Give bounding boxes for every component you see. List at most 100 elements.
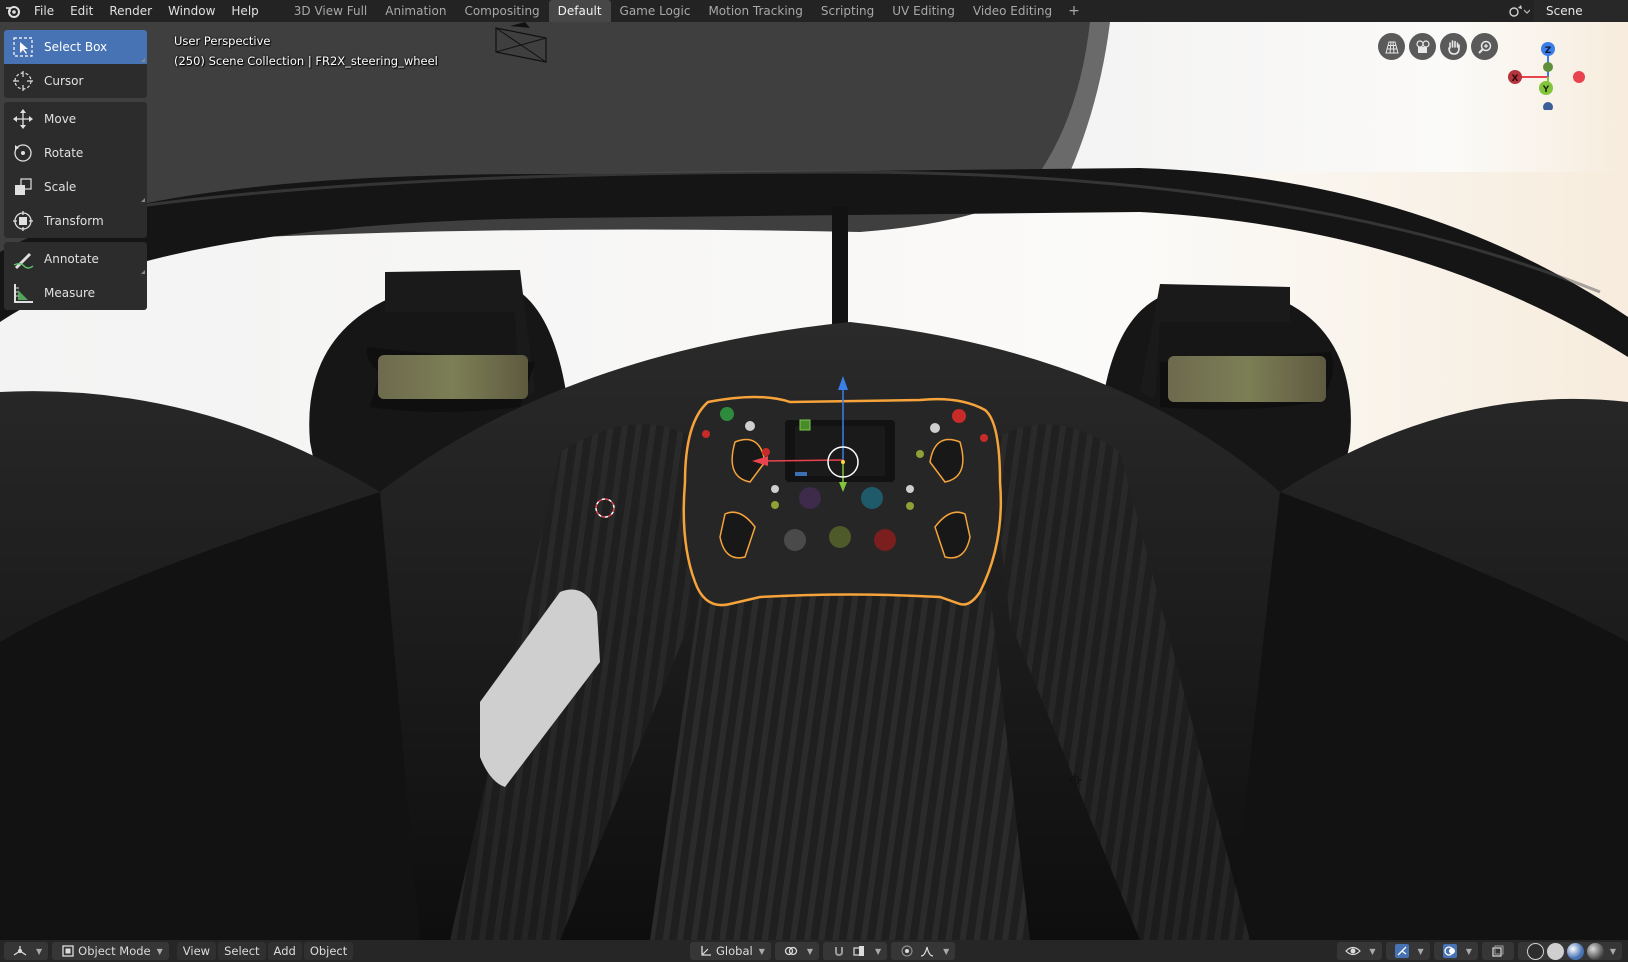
visibility-selector[interactable]: ▼	[1337, 942, 1382, 960]
menu-add[interactable]: Add	[267, 942, 302, 960]
editor-type-button[interactable]: ▼	[4, 942, 49, 960]
tool-group-annotate: Annotate Measure	[4, 242, 147, 310]
blender-logo-icon[interactable]	[0, 0, 26, 22]
proportional-edit-icon	[897, 942, 917, 960]
mode-selector[interactable]: Object Mode ▼	[52, 942, 169, 960]
pivot-selector[interactable]: ▼	[774, 942, 819, 960]
viewport-scene	[0, 22, 1628, 940]
viewport-navigation	[1378, 33, 1498, 60]
scale-icon	[10, 174, 36, 200]
tool-scale[interactable]: Scale	[4, 170, 147, 204]
menu-edit[interactable]: Edit	[62, 0, 101, 22]
tab-scripting[interactable]: Scripting	[812, 0, 883, 22]
tool-cursor[interactable]: Cursor	[4, 64, 147, 98]
menu-window[interactable]: Window	[160, 0, 223, 22]
scene-selector: Scene	[1504, 0, 1628, 22]
orientation-icon	[696, 942, 716, 960]
pan-hand-icon[interactable]	[1440, 33, 1467, 60]
orientation-selector[interactable]: Global ▼	[690, 942, 771, 960]
editor-type-icon	[10, 942, 30, 960]
tab-animation[interactable]: Animation	[376, 0, 455, 22]
tool-label: Rotate	[44, 146, 84, 160]
scene-name-field[interactable]: Scene	[1534, 0, 1628, 22]
gizmo-icon	[1392, 942, 1412, 960]
magnet-icon	[829, 942, 849, 960]
cursor-icon	[10, 68, 36, 94]
tool-submenu-indicator	[141, 270, 145, 274]
orientation-label: Global	[716, 944, 753, 958]
mode-label: Object Mode	[78, 944, 151, 958]
y-axis-label: Y	[1542, 85, 1550, 95]
axis-gizmo[interactable]: Z X Y	[1506, 30, 1616, 112]
transform-options: Global ▼ ▼ ▼ ▼	[686, 942, 956, 960]
menu-object[interactable]: Object	[303, 942, 354, 960]
chevron-down-icon: ▼	[1609, 946, 1616, 956]
rendered-shading-icon[interactable]	[1586, 942, 1604, 960]
chevron-down-icon: ▼	[1465, 946, 1472, 956]
tool-label: Transform	[44, 214, 104, 228]
grid-view-icon[interactable]	[1378, 33, 1405, 60]
menu-view[interactable]: View	[176, 942, 217, 960]
snap-target-icon	[849, 942, 869, 960]
proportional-edit-toggle[interactable]: ▼	[891, 942, 956, 960]
tool-group-select: Select Box Cursor	[4, 30, 147, 98]
menu-help[interactable]: Help	[223, 0, 266, 22]
annotate-icon	[10, 246, 36, 272]
xray-icon	[1488, 942, 1508, 960]
menu-select[interactable]: Select	[218, 942, 266, 960]
add-workspace-button[interactable]: +	[1061, 0, 1087, 22]
material-preview-shading-icon[interactable]	[1566, 942, 1584, 960]
chevron-down-icon: ▼	[1369, 946, 1376, 956]
chevron-down-icon: ▼	[943, 946, 950, 956]
tool-transform[interactable]: Transform	[4, 204, 147, 238]
chevron-down-icon: ▼	[875, 946, 882, 956]
tool-move[interactable]: Move	[4, 102, 147, 136]
tab-uv-editing[interactable]: UV Editing	[883, 0, 964, 22]
chevron-down-icon: ▼	[156, 946, 163, 956]
chevron-down-icon: ▼	[36, 946, 43, 956]
negative-z-axis-handle	[1543, 102, 1553, 112]
tool-shelf: Select Box Cursor Move Rotate Scale Tran…	[4, 30, 147, 314]
tab-video-editing[interactable]: Video Editing	[964, 0, 1061, 22]
negative-y-axis-handle	[1543, 62, 1553, 72]
tool-label: Move	[44, 112, 77, 126]
tab-game-logic[interactable]: Game Logic	[611, 0, 700, 22]
viewport-info: User Perspective (250) Scene Collection …	[174, 31, 438, 71]
overlay-icon	[1440, 942, 1460, 960]
tab-compositing[interactable]: Compositing	[455, 0, 548, 22]
tool-label: Cursor	[44, 74, 84, 88]
menu-render[interactable]: Render	[101, 0, 160, 22]
tool-label: Scale	[44, 180, 77, 194]
scene-icon[interactable]	[1504, 0, 1534, 22]
zoom-icon[interactable]	[1471, 33, 1498, 60]
tab-3d-view-full[interactable]: 3D View Full	[285, 0, 377, 22]
tool-rotate[interactable]: Rotate	[4, 136, 147, 170]
snap-toggle[interactable]: ▼	[823, 942, 888, 960]
chevron-down-icon: ▼	[758, 946, 765, 956]
camera-view-icon[interactable]	[1409, 33, 1436, 60]
xray-toggle[interactable]	[1481, 942, 1514, 960]
tool-select-box[interactable]: Select Box	[4, 30, 147, 64]
chevron-down-icon: ▼	[1417, 946, 1424, 956]
overlay-toggle[interactable]: ▼	[1433, 942, 1478, 960]
move-icon	[10, 106, 36, 132]
shading-mode-selector[interactable]: ▼	[1517, 942, 1622, 960]
top-bar: File Edit Render Window Help 3D View Ful…	[0, 0, 1628, 22]
3d-viewport[interactable]: User Perspective (250) Scene Collection …	[0, 22, 1628, 940]
rotate-icon	[10, 140, 36, 166]
main-menu: File Edit Render Window Help	[26, 0, 267, 22]
gizmo-toggle[interactable]: ▼	[1385, 942, 1430, 960]
perspective-label: User Perspective	[174, 34, 271, 48]
x-axis-label: X	[1512, 74, 1519, 84]
menu-file[interactable]: File	[26, 0, 62, 22]
workspace-tabs: 3D View Full Animation Compositing Defau…	[285, 0, 1087, 22]
tool-measure[interactable]: Measure	[4, 276, 147, 310]
tab-default[interactable]: Default	[548, 0, 611, 22]
link-icon	[781, 942, 801, 960]
wireframe-shading-icon[interactable]	[1526, 942, 1544, 960]
tool-annotate[interactable]: Annotate	[4, 242, 147, 276]
viewport-header: ▼ Object Mode ▼ View Select Add Object G…	[0, 940, 1628, 962]
solid-shading-icon[interactable]	[1546, 942, 1564, 960]
tab-motion-tracking[interactable]: Motion Tracking	[699, 0, 811, 22]
viewport-shading-controls: ▼ ▼ ▼ ▼	[1333, 942, 1622, 960]
